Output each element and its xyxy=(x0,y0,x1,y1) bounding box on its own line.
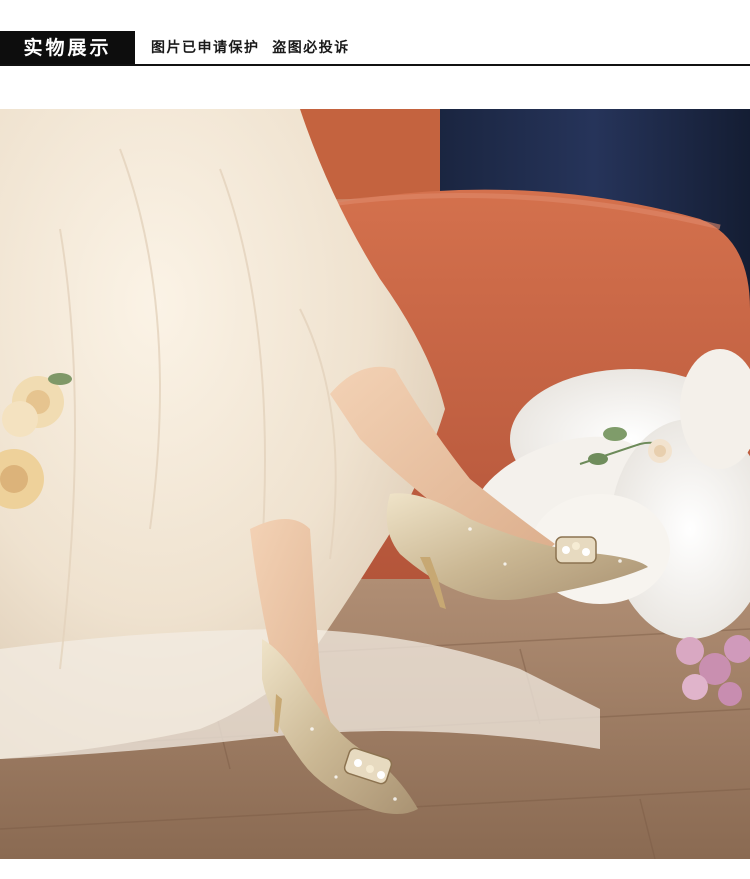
section-header: 实物展示 图片已申请保护 盗图必投诉 xyxy=(0,0,750,70)
section-title-tag: 实物展示 xyxy=(0,31,135,66)
product-photo xyxy=(0,109,750,859)
copyright-notice: 图片已申请保护 盗图必投诉 xyxy=(151,40,350,56)
crystal-buckle xyxy=(555,536,597,564)
header-divider xyxy=(0,64,750,66)
